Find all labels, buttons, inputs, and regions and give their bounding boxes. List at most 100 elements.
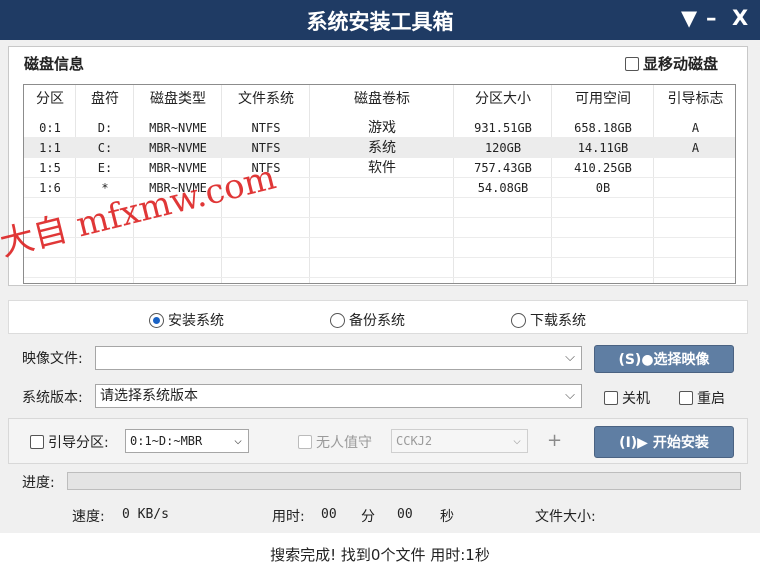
radio-icon[interactable] [511,312,526,328]
col-header-free[interactable]: 可用空间 [552,85,654,113]
cell-free: 14.11GB [577,141,629,155]
cell-volume-label: 软件 [368,160,396,176]
window-title: 系统安装工具箱 [306,9,454,34]
mode-install-radio[interactable]: 安装系统 [149,310,224,330]
mode-label: 备份系统 [349,313,405,329]
checkbox-box[interactable] [625,56,639,71]
cell-filesystem [222,178,310,198]
col-header-drive[interactable]: 盘符 [76,85,134,113]
minutes-unit: 分 [361,509,375,525]
cell-boot-flag: A [691,141,700,155]
start-install-button[interactable]: (I)▶ 开始安装 [594,426,734,458]
cell-free: 410.25GB [574,161,632,175]
cell-filesystem: NTFS [251,161,281,175]
mode-label: 下载系统 [530,313,586,329]
progress-bar [67,472,741,490]
checkbox-box[interactable] [30,435,44,449]
checkbox-box[interactable] [604,391,618,405]
file-size-label: 文件大小: [535,509,596,525]
table-row[interactable]: 1:5 E: MBR~NVME NTFS 软件 757.43GB 410.25G… [24,158,735,178]
table-row-selected[interactable]: 1:1 C: MBR~NVME NTFS 系统 120GB 14.11GB A [24,138,735,158]
col-header-disk-type[interactable]: 磁盘类型 [134,85,222,113]
boot-partition-value: 0:1~D:~MBR [130,434,203,448]
table-row [24,258,735,278]
speed-value: 0 KB/s [122,507,169,522]
cell-volume-label [310,178,454,198]
checkbox-box[interactable] [679,391,693,405]
restart-label: 重启 [697,391,725,407]
minimize-button[interactable]: – [706,6,717,30]
chevron-down-icon[interactable]: ⌵ [565,347,575,369]
cell-size: 757.43GB [474,161,532,175]
restart-checkbox[interactable]: 重启 [679,388,725,408]
cell-volume-label: 系统 [368,140,396,156]
table-row [24,238,735,258]
system-version-select[interactable]: 请选择系统版本 ⌵ [95,384,582,408]
system-version-label: 系统版本: [22,390,83,406]
cell-filesystem: NTFS [251,121,281,135]
col-header-size[interactable]: 分区大小 [454,85,552,113]
system-version-value: 请选择系统版本 [100,388,198,404]
boot-partition-label: 引导分区: [48,435,109,451]
image-file-label: 映像文件: [22,351,83,367]
col-header-volume-label[interactable]: 磁盘卷标 [310,85,454,113]
col-header-filesystem[interactable]: 文件系统 [222,85,310,113]
cell-volume-label: 游戏 [368,120,396,136]
elapsed-minutes: 00 [321,507,337,522]
cell-partition: 1:5 [39,161,61,175]
cell-boot-flag: A [691,121,700,135]
close-button[interactable]: X [732,6,748,30]
cell-drive: C: [97,141,113,155]
unattended-label: 无人值守 [316,435,372,451]
show-removable-disks-checkbox[interactable]: 显移动磁盘 [625,53,718,74]
table-row[interactable]: 1:6 * MBR~NVME 54.08GB 0B [24,178,735,198]
product-key-select[interactable]: CCKJ2 ⌵ [391,429,528,453]
menu-dropdown-icon[interactable]: ▼ [681,6,697,30]
cell-disk-type: MBR~NVME [149,181,207,195]
chevron-down-icon[interactable]: ⌵ [513,430,521,452]
col-header-partition[interactable]: 分区 [24,85,76,113]
table-row [24,218,735,238]
cell-partition: 0:1 [39,121,61,135]
checkbox-box[interactable] [298,435,312,449]
mode-radio-group: 安装系统 备份系统 下载系统 [8,300,748,334]
mode-backup-radio[interactable]: 备份系统 [330,310,405,330]
show-removable-label: 显移动磁盘 [643,55,719,73]
cell-free: 0B [595,181,611,195]
boot-partition-checkbox[interactable]: 引导分区: [30,432,109,452]
radio-icon[interactable] [330,312,345,328]
add-icon[interactable]: + [547,430,562,451]
table-row [24,198,735,218]
speed-label: 速度: [72,509,105,525]
chevron-down-icon[interactable]: ⌵ [234,430,242,452]
mode-label: 安装系统 [168,313,224,329]
boot-partition-select[interactable]: 0:1~D:~MBR ⌵ [125,429,249,453]
status-bar: 搜索完成! 找到0个文件 用时:1秒 [0,533,760,577]
image-file-combobox[interactable]: ⌵ [95,346,582,370]
chevron-down-icon[interactable]: ⌵ [565,385,575,407]
title-bar: 系统安装工具箱 ▼ – X [0,0,760,40]
cell-boot-flag [654,158,735,178]
shutdown-checkbox[interactable]: 关机 [604,388,650,408]
product-key-value: CCKJ2 [396,434,433,448]
disk-info-legend: 磁盘信息 [22,53,87,74]
cell-disk-type: MBR~NVME [149,141,207,155]
elapsed-label: 用时: [272,509,305,525]
mode-download-radio[interactable]: 下载系统 [511,310,586,330]
cell-size: 54.08GB [477,181,529,195]
cell-drive: E: [97,161,113,175]
cell-size: 120GB [484,141,522,155]
shutdown-label: 关机 [622,391,650,407]
radio-selected-icon[interactable] [149,312,164,328]
cell-free: 658.18GB [574,121,632,135]
select-image-button[interactable]: (S)●选择映像 [594,345,734,373]
cell-disk-type: MBR~NVME [149,121,207,135]
cell-filesystem: NTFS [251,141,281,155]
cell-partition: 1:6 [39,181,61,195]
unattended-checkbox[interactable]: 无人值守 [298,432,372,452]
col-header-boot-flag[interactable]: 引导标志 [654,85,735,113]
seconds-unit: 秒 [440,509,454,525]
table-row[interactable]: 0:1 D: MBR~NVME NTFS 游戏 931.51GB 658.18G… [24,118,735,138]
cell-size: 931.51GB [474,121,532,135]
disk-table[interactable]: 分区 盘符 磁盘类型 文件系统 磁盘卷标 分区大小 可用空间 引导标志 0:1 … [23,84,736,284]
